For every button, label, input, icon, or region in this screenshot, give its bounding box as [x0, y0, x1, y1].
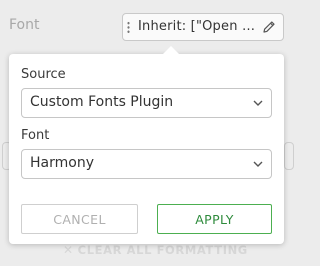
font-select-value: Harmony	[30, 155, 94, 171]
source-select-value: Custom Fonts Plugin	[30, 94, 174, 110]
chevron-down-icon	[253, 100, 263, 106]
background-control	[284, 142, 294, 170]
font-label: Font	[21, 128, 50, 143]
source-label: Source	[21, 67, 66, 82]
clear-all-label: CLEAR ALL FORMATTING	[77, 243, 248, 257]
font-field[interactable]: Inherit: ["Open Sans"]	[122, 13, 284, 41]
font-picker-popover: Source Custom Fonts Plugin Font Harmony …	[9, 46, 284, 244]
cancel-button[interactable]: CANCEL	[21, 204, 138, 234]
font-setting-label: Font	[9, 17, 40, 33]
chevron-down-icon	[253, 161, 263, 167]
font-field-value: Inherit: ["Open Sans"]	[138, 19, 260, 34]
x-icon: ✕	[63, 243, 74, 257]
font-select[interactable]: Harmony	[21, 149, 272, 179]
drag-handle-icon[interactable]	[127, 21, 130, 34]
apply-button[interactable]: APPLY	[157, 204, 272, 234]
source-select[interactable]: Custom Fonts Plugin	[21, 88, 272, 118]
clear-all-formatting-button[interactable]: ✕ CLEAR ALL FORMATTING	[63, 243, 248, 257]
pencil-icon[interactable]	[262, 20, 276, 34]
